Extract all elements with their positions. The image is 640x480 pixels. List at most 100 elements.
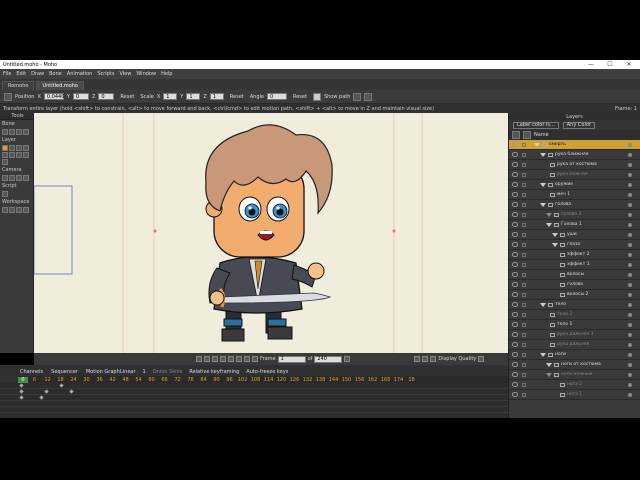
camera-track-icon[interactable] — [2, 175, 8, 181]
eye-icon[interactable] — [512, 272, 518, 277]
lock-checkbox[interactable] — [522, 162, 526, 167]
eye-icon[interactable] — [512, 172, 518, 177]
layer-row[interactable]: волосы 2 — [509, 290, 640, 300]
lock-checkbox[interactable] — [522, 142, 526, 147]
eye-icon[interactable] — [512, 182, 518, 187]
eye-icon[interactable] — [512, 282, 518, 287]
expand-icon[interactable] — [540, 152, 546, 157]
lock-checkbox[interactable] — [522, 362, 526, 367]
lock-checkbox[interactable] — [522, 272, 526, 277]
menu-window[interactable]: Window — [136, 71, 156, 77]
lock-checkbox[interactable] — [522, 392, 526, 397]
eye-icon[interactable] — [512, 232, 518, 237]
timeline-track[interactable] — [0, 407, 508, 413]
character-illustration[interactable] — [205, 124, 333, 342]
menu-help[interactable]: Help — [161, 71, 172, 77]
position-z-field[interactable]: 0 — [98, 93, 115, 100]
tab-channels[interactable]: Channels — [18, 369, 45, 375]
lock-checkbox[interactable] — [522, 292, 526, 297]
lock-checkbox[interactable] — [522, 182, 526, 187]
lock-checkbox[interactable] — [522, 332, 526, 337]
layer-row[interactable]: нога 2 — [509, 380, 640, 390]
workspace-orbit-icon[interactable] — [23, 207, 29, 213]
frame-field[interactable]: 1 — [277, 355, 306, 363]
lock-checkbox[interactable] — [522, 262, 526, 267]
layer-row[interactable]: уши — [509, 230, 640, 240]
layer-row[interactable]: голова — [509, 200, 640, 210]
flip-vertical-icon[interactable] — [9, 152, 15, 158]
eye-icon[interactable] — [512, 242, 518, 247]
quality-preview-icon[interactable] — [422, 356, 429, 362]
layer-row[interactable]: нога 1 — [509, 390, 640, 400]
eye-icon[interactable] — [512, 262, 518, 267]
lock-checkbox[interactable] — [522, 312, 526, 317]
eye-icon[interactable] — [512, 202, 518, 207]
layer-row[interactable]: голова 2 — [509, 210, 640, 220]
step-forward-icon[interactable] — [220, 356, 226, 362]
layer-row[interactable]: рука ножная — [509, 170, 640, 180]
eye-icon[interactable] — [512, 192, 518, 197]
menu-scripts[interactable]: Scripts — [97, 71, 114, 77]
layer-selector-icon[interactable] — [16, 152, 22, 158]
layer-row[interactable]: эффект 2 — [509, 250, 640, 260]
transform-layer-tool-icon[interactable] — [2, 145, 8, 151]
expand-icon[interactable] — [546, 362, 552, 367]
eye-icon[interactable] — [512, 392, 518, 397]
eye-icon[interactable] — [512, 302, 518, 307]
set-origin-icon[interactable] — [9, 145, 15, 151]
expand-icon[interactable] — [540, 302, 546, 307]
layer-row[interactable]: смерть — [509, 140, 640, 150]
lock-checkbox[interactable] — [522, 152, 526, 157]
stop-icon[interactable] — [236, 356, 242, 362]
menu-animation[interactable]: Animation — [67, 71, 93, 77]
eye-icon[interactable] — [512, 212, 518, 217]
rewind-icon[interactable] — [196, 356, 202, 362]
expand-icon[interactable] — [546, 222, 552, 227]
expand-icon[interactable] — [534, 142, 540, 147]
tab-untitled[interactable]: Untitled.moho — [36, 81, 84, 90]
menu-draw[interactable]: Draw — [31, 71, 44, 77]
workspace-pan-icon[interactable] — [2, 207, 8, 213]
path-mode-icon[interactable] — [353, 92, 362, 101]
show-path-checkbox[interactable] — [312, 92, 321, 101]
layer-row[interactable]: тело 1 — [509, 320, 640, 330]
layer-row[interactable]: оружие — [509, 180, 640, 190]
fast-forward-icon[interactable] — [228, 356, 234, 362]
position-y-field[interactable]: 0 — [72, 93, 89, 100]
percent-icon[interactable] — [364, 92, 373, 101]
expand-icon[interactable] — [540, 202, 546, 207]
eye-icon[interactable] — [512, 142, 518, 147]
menu-bone[interactable]: Bone — [49, 71, 62, 77]
eye-icon[interactable] — [512, 252, 518, 257]
expand-icon[interactable] — [540, 352, 546, 357]
layer-row[interactable]: голова — [509, 280, 640, 290]
eye-icon[interactable] — [512, 292, 518, 297]
eye-icon[interactable] — [512, 342, 518, 347]
lock-checkbox[interactable] — [522, 242, 526, 247]
eye-icon[interactable] — [512, 162, 518, 167]
minimize-button[interactable]: — — [584, 60, 598, 69]
scale-z-field[interactable]: 1 — [209, 93, 224, 100]
expand-icon[interactable] — [552, 242, 558, 247]
layer-row[interactable]: рука от костюма — [509, 160, 640, 170]
angle-field[interactable]: 0 — [266, 93, 287, 100]
rotate-layer-icon[interactable] — [16, 145, 22, 151]
scale-x-field[interactable]: 1 — [163, 93, 178, 100]
layer-row[interactable]: меч 1 — [509, 190, 640, 200]
lock-checkbox[interactable] — [522, 172, 526, 177]
reset-position-button[interactable]: Reset — [117, 93, 137, 101]
timeline-ruler[interactable]: 0 6 12 18 24 30 36 42 48 54 60 66 72 78 … — [18, 376, 508, 383]
lock-checkbox[interactable] — [522, 322, 526, 327]
scale-y-field[interactable]: 1 — [186, 93, 201, 100]
lock-checkbox[interactable] — [522, 222, 526, 227]
layer-row[interactable]: эффект 1 — [509, 260, 640, 270]
timeline-end-icon[interactable] — [344, 356, 351, 362]
color-filter[interactable]: Any Color — [562, 121, 595, 129]
quality-grid-icon[interactable] — [414, 356, 421, 362]
workspace-zoom-icon[interactable] — [9, 207, 15, 213]
eye-icon[interactable] — [512, 322, 518, 327]
menu-view[interactable]: View — [119, 71, 131, 77]
camera-roll-icon[interactable] — [16, 175, 22, 181]
quality-dropdown-icon[interactable] — [478, 356, 485, 362]
layer-row[interactable]: ноги от костюма — [509, 360, 640, 370]
